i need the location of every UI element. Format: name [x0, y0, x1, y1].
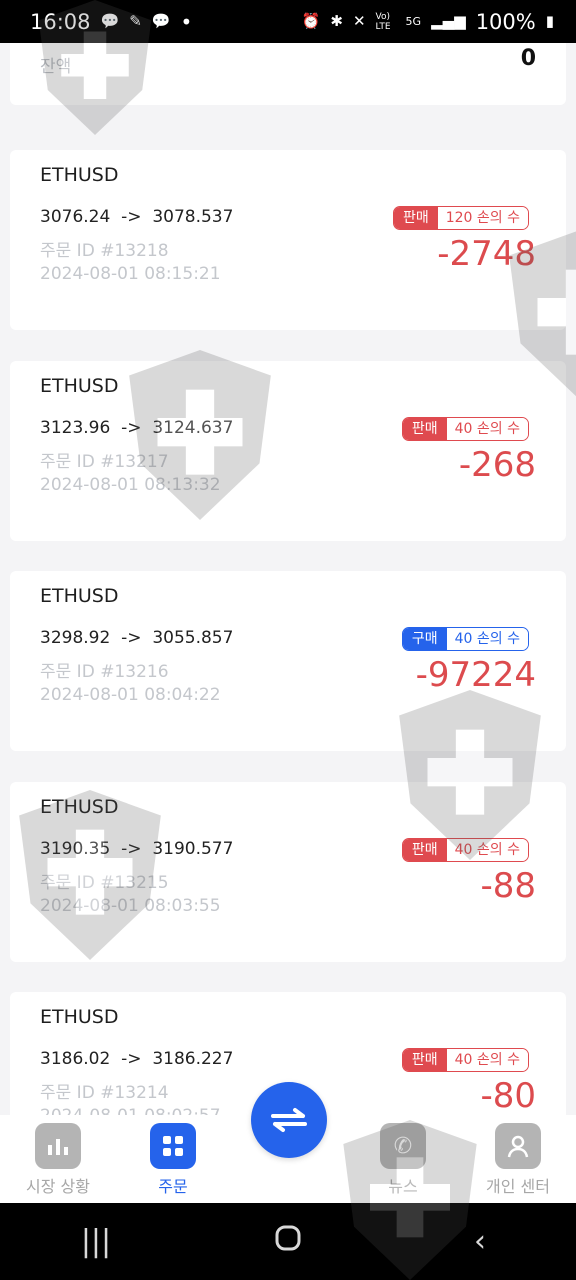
- order-id: 주문 ID #13217: [40, 451, 169, 472]
- order-pnl: -268: [458, 444, 536, 485]
- price-arrow: ->: [121, 628, 142, 648]
- battery-level: 100%: [475, 9, 536, 34]
- order-side: 판매: [402, 838, 447, 861]
- price-arrow: ->: [121, 207, 142, 227]
- talk-icon: 💬: [151, 12, 171, 30]
- order-card[interactable]: ETHUSD 3123.96 -> 3124.637 주문 ID #13217 202…: [10, 360, 566, 541]
- balance-label: 잔액: [40, 57, 72, 77]
- person-icon: [495, 1123, 541, 1169]
- order-side-badge: 판매 40 손의 수: [401, 1048, 529, 1072]
- trade-button[interactable]: [251, 1082, 327, 1158]
- nav-market-label: 시장 상황: [26, 1177, 90, 1196]
- order-pnl: -97224: [415, 655, 536, 695]
- order-id: 주문 ID #13214: [40, 1083, 169, 1103]
- nav-market[interactable]: 시장 상황: [8, 1123, 108, 1199]
- battery-icon: ▮: [545, 12, 554, 30]
- price-arrow: ->: [121, 417, 142, 438]
- order-lots: 40 손의 수: [446, 1049, 528, 1071]
- order-side-badge: 판매 120 손의 수: [392, 206, 529, 230]
- mute-icon: ✕: [352, 12, 366, 30]
- close-price: 3124.637: [152, 417, 234, 438]
- recent-apps-button[interactable]: |||: [56, 1224, 136, 1259]
- order-prices: 3186.02 -> 3186.227: [40, 1049, 233, 1069]
- order-symbol: ETHUSD: [40, 164, 119, 186]
- order-time: 2024-08-01 08:13:32: [40, 474, 221, 495]
- status-time: 16:08: [30, 9, 91, 34]
- signal-icon: ▂▄▆: [431, 12, 466, 30]
- open-price: 3123.96: [40, 417, 111, 438]
- order-lots: 40 손의 수: [446, 628, 528, 650]
- alarm-icon: ⏰: [301, 12, 321, 30]
- order-time: 2024-08-01 08:04:22: [40, 685, 221, 705]
- order-symbol: ETHUSD: [40, 795, 119, 818]
- order-card[interactable]: ETHUSD 3076.24 -> 3078.537 주문 ID #13218 202…: [10, 150, 566, 330]
- order-symbol: ETHUSD: [40, 585, 119, 607]
- open-price: 3076.24: [40, 207, 111, 227]
- price-arrow: ->: [121, 838, 142, 859]
- volte-icon: Vo) LTE: [375, 11, 391, 32]
- order-prices: 3123.96 -> 3124.637: [40, 418, 233, 438]
- order-lots: 40 손의 수: [446, 417, 528, 440]
- close-price: 3186.227: [152, 1049, 234, 1069]
- order-side-badge: 판매 40 손의 수: [401, 416, 529, 441]
- balance-value: 0: [520, 46, 536, 71]
- order-prices: 3190.35 -> 3190.577: [40, 839, 233, 859]
- network-type-icon: 5G: [405, 15, 422, 28]
- swap-arrows-icon: [271, 1108, 307, 1132]
- balance-card: 잔액 0: [10, 43, 566, 105]
- order-pnl: -80: [480, 1076, 536, 1115]
- status-bar: 16:08 💬 ✎ 💬 • ⏰ ✱ ✕ Vo) LTE 5G ▂▄▆ 100% …: [0, 0, 576, 43]
- app-notification-icon: ✎: [129, 12, 142, 30]
- order-side: 판매: [402, 1049, 447, 1071]
- back-button[interactable]: ‹: [440, 1224, 520, 1259]
- order-pnl: -88: [480, 865, 536, 906]
- grid-icon: [150, 1123, 196, 1169]
- status-left: 16:08 💬 ✎ 💬 •: [30, 10, 192, 34]
- bar-chart-icon: [35, 1123, 81, 1169]
- nav-profile-label: 개인 센터: [486, 1177, 550, 1196]
- nav-news-label: 뉴스: [388, 1177, 418, 1196]
- order-time: 2024-08-01 08:03:55: [40, 895, 221, 916]
- order-lots: 120 손의 수: [437, 207, 528, 229]
- system-nav-bar: ||| ‹: [0, 1203, 576, 1280]
- open-price: 3186.02: [40, 1049, 111, 1069]
- order-card[interactable]: ETHUSD 3298.92 -> 3055.857 주문 ID #13216 202…: [10, 571, 566, 751]
- order-id: 주문 ID #13216: [40, 662, 169, 682]
- close-price: 3055.857: [152, 628, 234, 648]
- order-id: 주문 ID #13218: [40, 241, 169, 261]
- nav-orders-label: 주문: [158, 1177, 188, 1196]
- price-arrow: ->: [121, 1049, 142, 1069]
- phone-icon: ✆: [380, 1123, 426, 1169]
- orders-content[interactable]: 잔액 0 ETHUSD 3076.24 -> 3078.537 주문 ID #132…: [0, 43, 576, 1115]
- order-side-badge: 구매 40 손의 수: [401, 627, 529, 651]
- close-price: 3078.537: [152, 207, 234, 227]
- order-time: 2024-08-01 08:02:57: [40, 1106, 221, 1115]
- order-symbol: ETHUSD: [40, 374, 119, 397]
- order-symbol: ETHUSD: [40, 1006, 119, 1028]
- bluetooth-icon: ✱: [330, 12, 343, 30]
- order-side: 판매: [393, 207, 438, 229]
- nav-profile[interactable]: 개인 센터: [468, 1123, 568, 1199]
- close-price: 3190.577: [152, 838, 234, 859]
- order-side: 구매: [402, 628, 447, 650]
- nav-orders[interactable]: 주문: [123, 1123, 223, 1199]
- nav-news[interactable]: ✆ 뉴스: [353, 1123, 453, 1199]
- order-side-badge: 판매 40 손의 수: [401, 837, 529, 862]
- status-right: ⏰ ✱ ✕ Vo) LTE 5G ▂▄▆ 100% ▮: [302, 10, 554, 34]
- order-prices: 3298.92 -> 3055.857: [40, 628, 233, 648]
- order-card[interactable]: ETHUSD 3190.35 -> 3190.577 주문 ID #13215 202…: [10, 781, 566, 962]
- order-time: 2024-08-01 08:15:21: [40, 264, 221, 284]
- open-price: 3298.92: [40, 628, 111, 648]
- order-pnl: -2748: [437, 234, 536, 274]
- more-notifications-icon: •: [180, 9, 193, 34]
- open-price: 3190.35: [40, 838, 111, 859]
- order-id: 주문 ID #13215: [40, 872, 169, 893]
- home-button[interactable]: [248, 1224, 328, 1260]
- order-lots: 40 손의 수: [446, 838, 528, 861]
- messenger-icon: 💬: [100, 12, 120, 30]
- order-side: 판매: [402, 417, 447, 440]
- order-prices: 3076.24 -> 3078.537: [40, 207, 233, 227]
